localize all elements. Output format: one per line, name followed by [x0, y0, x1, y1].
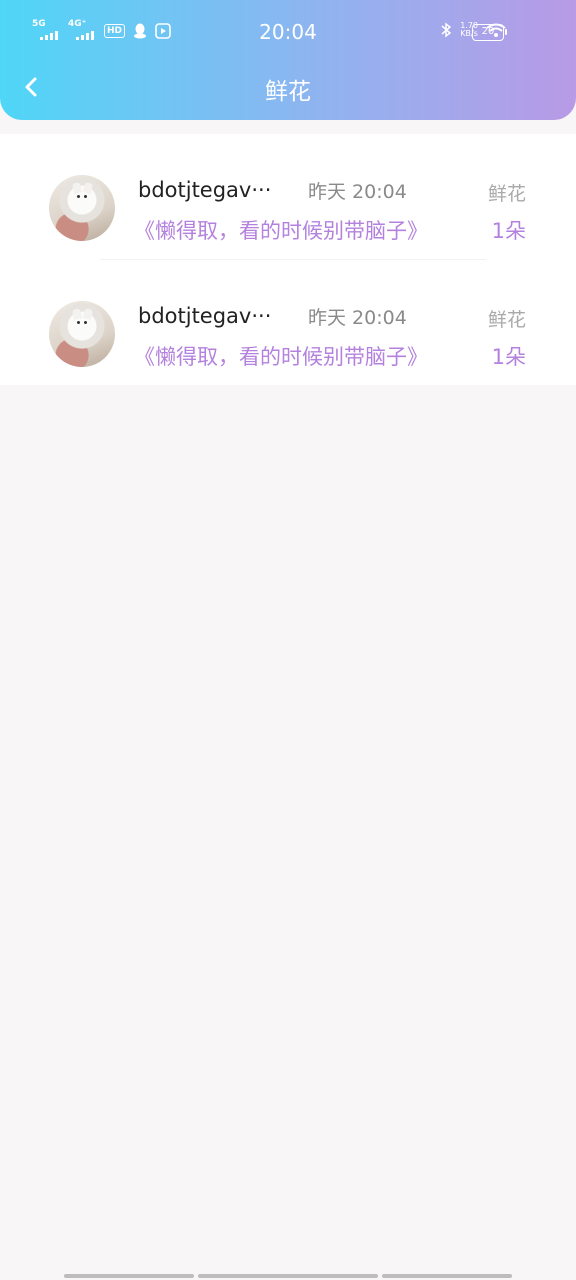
app-header: 5G 4G⁺ HD 20:04 1.70 KB/s 20 鲜花 [0, 0, 576, 120]
avatar[interactable] [49, 175, 115, 241]
gift-name: 鲜花 [487, 183, 526, 205]
avatar[interactable] [49, 301, 115, 367]
nav-bar: 鲜花 [0, 66, 576, 110]
username: bdotjtegav··· [138, 304, 272, 328]
status-bar: 5G 4G⁺ HD 20:04 1.70 KB/s 20 [0, 0, 576, 66]
list-item[interactable]: bdotjtegav··· 昨天 20:04 鲜花 《懒得取，看的时候别带脑子》… [0, 260, 576, 385]
gift-count: 1朵 [491, 345, 526, 369]
gesture-bar[interactable] [64, 1274, 512, 1278]
page-title: 鲜花 [265, 79, 311, 105]
gift-record-list: bdotjtegav··· 昨天 20:04 鲜花 《懒得取，看的时候别带脑子》… [0, 134, 576, 385]
record-time: 昨天 20:04 [308, 181, 407, 203]
work-title[interactable]: 《懒得取，看的时候别带脑子》 [134, 341, 428, 371]
bluetooth-icon [440, 22, 452, 38]
battery-icon: 20 [472, 24, 507, 41]
gift-count: 1朵 [491, 219, 526, 243]
record-time: 昨天 20:04 [308, 307, 407, 329]
list-item[interactable]: bdotjtegav··· 昨天 20:04 鲜花 《懒得取，看的时候别带脑子》… [0, 134, 576, 260]
battery-level: 20 [481, 26, 495, 37]
gift-name: 鲜花 [487, 309, 526, 331]
username: bdotjtegav··· [138, 178, 272, 202]
work-title[interactable]: 《懒得取，看的时候别带脑子》 [134, 215, 428, 245]
